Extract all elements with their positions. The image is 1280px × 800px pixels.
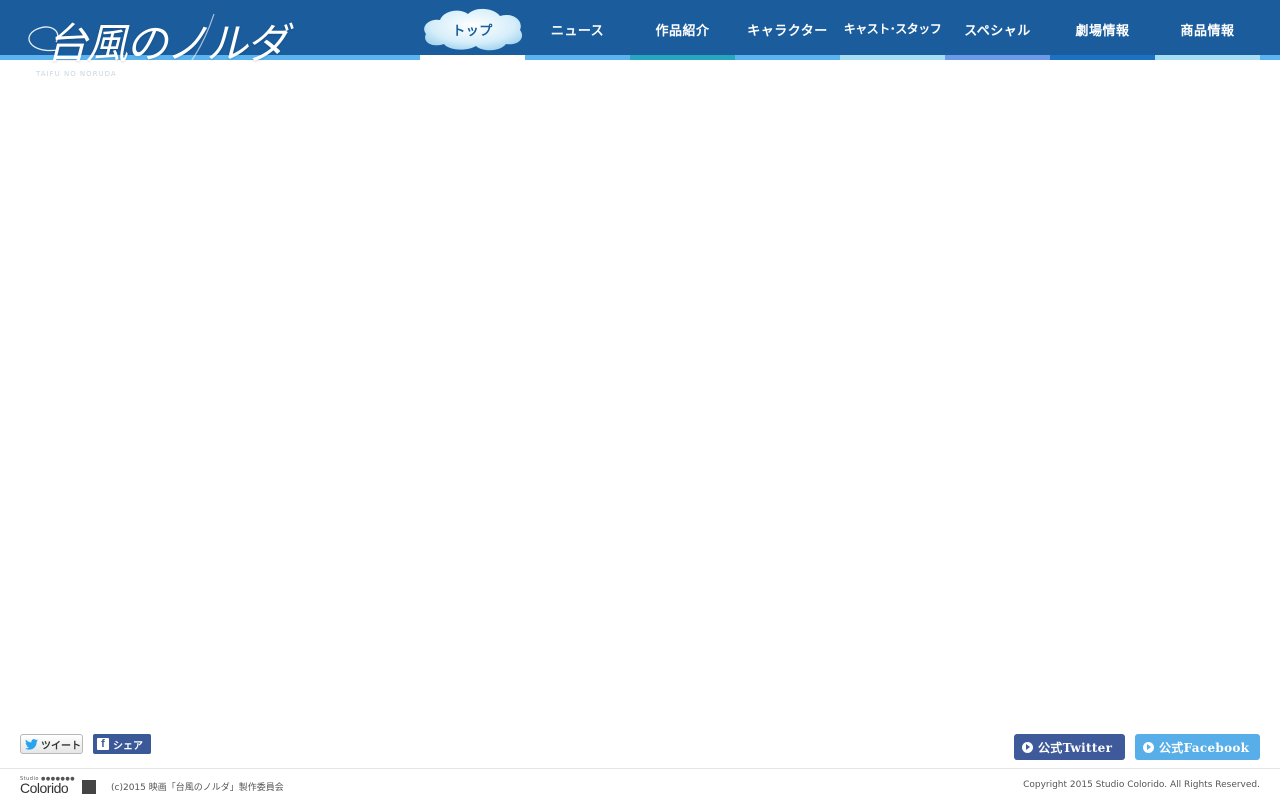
nav-item-top[interactable]: トップ: [420, 0, 525, 60]
nav-label: 作品紹介: [655, 24, 710, 39]
nav-label: キャスト･スタッフ: [843, 22, 942, 36]
nav-color-bar: [1050, 55, 1155, 60]
official-twitter-label: 公式Twitter: [1038, 740, 1113, 755]
nav-label: キャラクター: [747, 24, 828, 39]
official-twitter-button[interactable]: 公式Twitter: [1014, 734, 1125, 760]
nav-color-bar: [945, 55, 1050, 60]
nav-color-bar: [1155, 55, 1260, 60]
facebook-share-label: シェア: [113, 740, 143, 752]
nav-color-bar: [840, 55, 945, 60]
studio-logo-mark-icon: [82, 780, 96, 794]
logo-title: 台風のノルダ: [46, 19, 288, 68]
nav-label: ニュース: [550, 24, 605, 39]
official-facebook-label: 公式Facebook: [1159, 740, 1250, 755]
tweet-label: ツイート: [41, 740, 81, 752]
nav-color-bar: [735, 55, 840, 60]
twitter-bird-icon: [25, 738, 38, 750]
official-facebook-button[interactable]: 公式Facebook: [1135, 734, 1260, 760]
nav-label: スペシャル: [964, 24, 1031, 39]
nav-label: 劇場情報: [1075, 24, 1130, 39]
nav-color-bar: [630, 55, 735, 60]
tweet-button[interactable]: ツイート: [20, 734, 83, 754]
nav-color-bar: [420, 55, 525, 60]
global-nav: トップ ニュース 作品紹介 キャラクター キャスト･スタッフ スペシャル 劇場情…: [420, 0, 1260, 60]
studio-colorido-logo[interactable]: Studio ●●●●●●● Colorido: [20, 776, 98, 796]
studio-logo-name: Colorido: [20, 780, 69, 796]
footer-divider: [0, 768, 1280, 769]
nav-item-goods[interactable]: 商品情報: [1155, 0, 1260, 60]
arrow-circle-icon: [1143, 741, 1154, 753]
facebook-share-button[interactable]: f シェア: [93, 734, 151, 754]
logo-subtitle: TAIFU NO NORUDA: [36, 70, 117, 78]
nav-label: トップ: [452, 24, 493, 39]
nav-item-news[interactable]: ニュース: [525, 0, 630, 60]
nav-item-cast-staff[interactable]: キャスト･スタッフ: [840, 0, 945, 60]
nav-label: 商品情報: [1180, 24, 1235, 39]
site-logo[interactable]: 台風のノルダ TAIFU NO NORUDA: [18, 4, 288, 92]
studio-copyright: Copyright 2015 Studio Colorido. All Righ…: [1023, 780, 1260, 790]
nav-item-special[interactable]: スペシャル: [945, 0, 1050, 60]
facebook-icon: f: [97, 738, 109, 750]
film-copyright: (c)2015 映画「台風のノルダ」製作委員会: [111, 783, 284, 793]
arrow-circle-icon: [1022, 741, 1033, 753]
nav-item-character[interactable]: キャラクター: [735, 0, 840, 60]
nav-color-bar: [525, 55, 630, 60]
nav-item-theater[interactable]: 劇場情報: [1050, 0, 1155, 60]
nav-item-introduction[interactable]: 作品紹介: [630, 0, 735, 60]
